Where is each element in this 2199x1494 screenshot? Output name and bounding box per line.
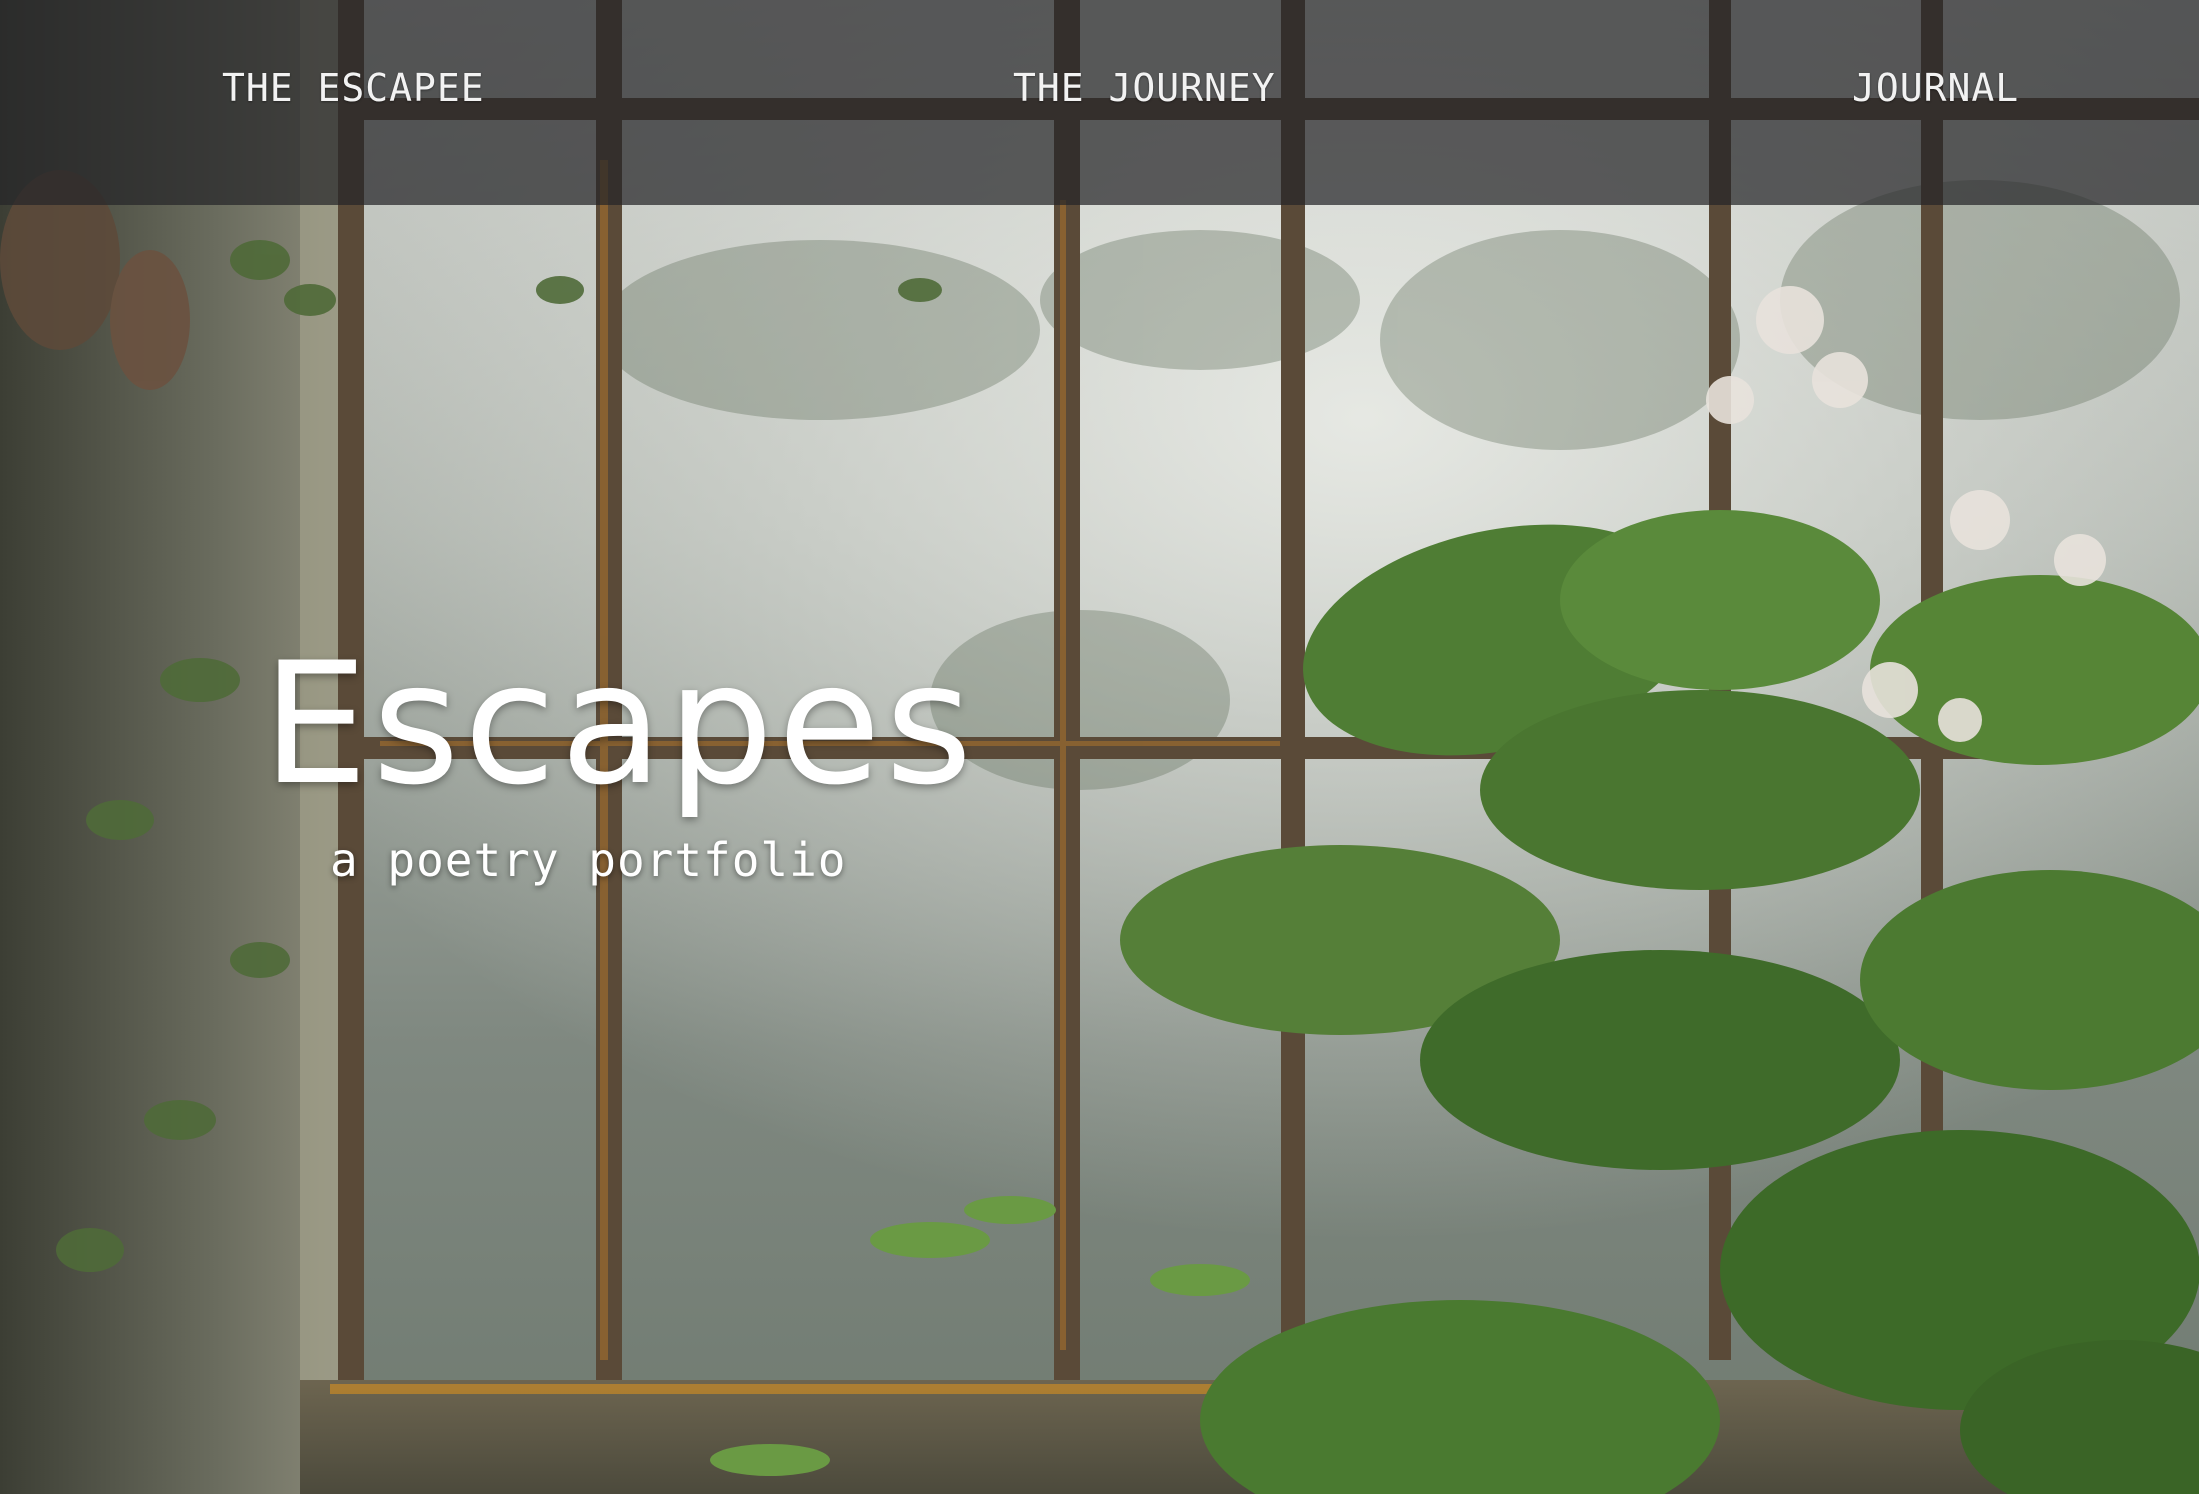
nav-link-journal[interactable]: JOURNAL [1852, 66, 2019, 110]
nav-link-the-journey[interactable]: THE JOURNEY [1013, 66, 1276, 110]
hero-title: Escapes [262, 626, 977, 822]
hero-subtitle: a poetry portfolio [330, 833, 847, 887]
top-navigation-bar: THE ESCAPEE THE JOURNEY JOURNAL [0, 0, 2199, 205]
nav-link-the-escapee[interactable]: THE ESCAPEE [222, 66, 485, 110]
